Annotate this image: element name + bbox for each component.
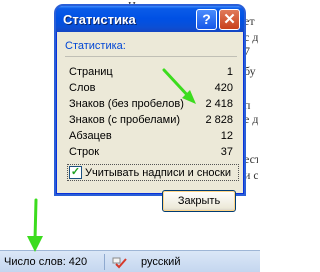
stat-value: 2 828 xyxy=(205,114,233,126)
stat-row-lines: Строк 37 xyxy=(69,146,233,161)
language-status[interactable]: русский xyxy=(141,256,180,268)
document-text-fragment: 7 xyxy=(244,44,250,58)
annotation-arrow-icon xyxy=(162,68,196,104)
word-count-status[interactable]: Число слов: 420 xyxy=(0,256,104,268)
spellcheck-icon[interactable] xyxy=(109,253,131,271)
stat-value: 1 xyxy=(226,66,233,78)
stat-row-chars-no-spaces: Знаков (без пробелов) 2 418 xyxy=(69,98,233,113)
include-textboxes-checkbox[interactable]: ✓ xyxy=(69,166,82,179)
stat-row-paragraphs: Абзацев 12 xyxy=(69,130,233,145)
document-text-fragment: п xyxy=(244,98,251,112)
stat-value: 12 xyxy=(220,130,233,142)
include-textboxes-checkbox-row[interactable]: ✓ Учитывать надписи и сноски xyxy=(67,164,239,181)
dialog-title: Статистика xyxy=(63,11,136,27)
dialog-titlebar[interactable]: Статистика ? ✕ xyxy=(56,6,244,32)
stat-row-chars-with-spaces: Знаков (с пробелами) 2 828 xyxy=(69,114,233,129)
document-text-fragment: е д xyxy=(244,112,258,126)
document-text-fragment: с д xyxy=(244,30,258,44)
stat-row-pages: Страниц 1 xyxy=(69,66,233,81)
stat-value: 2 418 xyxy=(205,98,233,110)
help-button[interactable]: ? xyxy=(196,8,217,30)
close-button[interactable]: Закрыть xyxy=(162,190,236,212)
stat-label: Абзацев xyxy=(69,130,112,142)
group-divider xyxy=(65,56,237,57)
stat-label: Слов xyxy=(69,82,96,94)
stat-row-words: Слов 420 xyxy=(69,82,233,97)
stat-label: Строк xyxy=(69,146,100,158)
statistics-group: Статистика: Страниц 1 Слов 420 Знаков (б… xyxy=(65,40,237,170)
close-icon[interactable]: ✕ xyxy=(219,8,240,30)
stat-value: 37 xyxy=(220,146,233,158)
document-text-fragment: бу xyxy=(244,64,256,78)
document-text-fragment: и с xyxy=(244,168,258,182)
stat-label: Страниц xyxy=(69,66,113,78)
statistics-dialog: Статистика ? ✕ Статистика: Страниц 1 Сло… xyxy=(56,6,244,194)
document-text-fragment: ет xyxy=(244,14,255,28)
status-divider xyxy=(104,253,105,270)
stat-value: 420 xyxy=(214,82,233,94)
document-text-fragment: ест xyxy=(244,152,258,166)
stat-label: Знаков (с пробелами) xyxy=(69,114,181,126)
group-title: Статистика: xyxy=(65,40,126,52)
checkbox-label: Учитывать надписи и сноски xyxy=(85,166,231,179)
annotation-arrow-icon xyxy=(27,198,43,252)
